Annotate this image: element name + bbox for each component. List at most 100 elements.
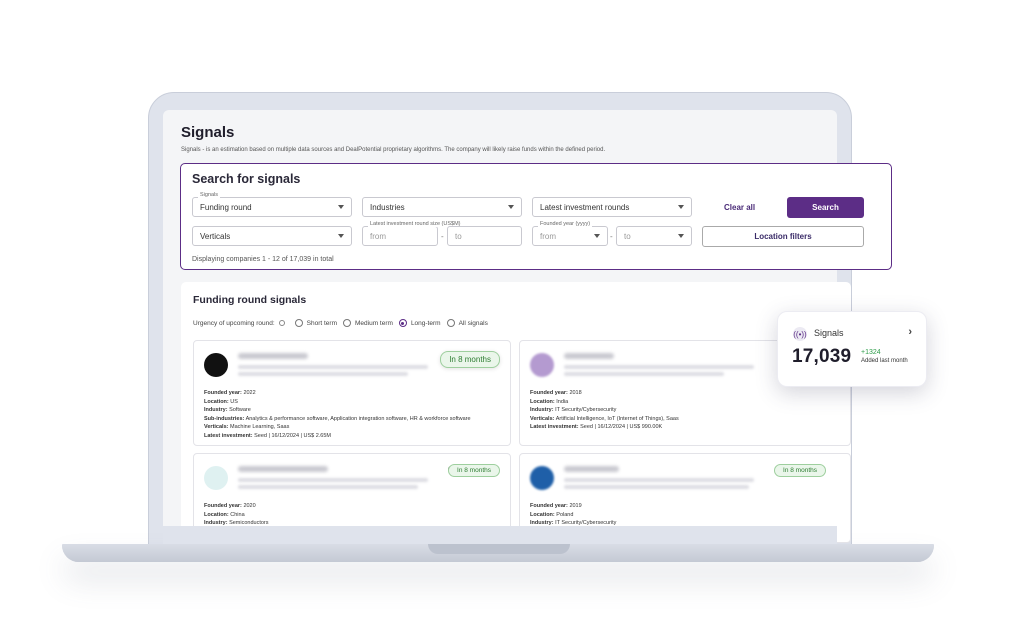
detail-label: Founded year: xyxy=(204,503,242,509)
rounds-placeholder: Latest investment rounds xyxy=(540,202,630,212)
search-button[interactable]: Search xyxy=(787,197,864,218)
detail-label: Founded year: xyxy=(530,503,568,509)
radio-label: Short term xyxy=(306,319,337,327)
timing-badge: In 8 months xyxy=(774,464,826,477)
founded-year-label: Founded year (yyyy) xyxy=(538,221,593,227)
investment-rounds-select[interactable]: Latest investment rounds xyxy=(532,197,692,217)
radio-medium-term[interactable]: Medium term xyxy=(343,319,393,327)
detail-value: Seed | 16/12/2024 | US$ 990.00K xyxy=(580,424,663,430)
detail-label: Location: xyxy=(530,398,555,405)
location-filters-button[interactable]: Location filters xyxy=(702,226,864,247)
range-dash: - xyxy=(610,232,613,241)
company-name-blurred xyxy=(564,353,614,359)
radio-label: All signals xyxy=(458,319,488,327)
radio-short-term[interactable]: Short term xyxy=(294,319,337,327)
results-count: Displaying companies 1 - 12 of 17,039 in… xyxy=(192,256,334,263)
detail-value: 2019 xyxy=(569,503,582,509)
timing-badge: In 8 months xyxy=(448,464,500,477)
company-desc-blurred xyxy=(238,365,428,369)
company-details: Founded year: 2018 Location: India Indus… xyxy=(530,389,679,432)
chevron-down-icon xyxy=(338,234,344,238)
company-name-blurred xyxy=(238,466,328,472)
chevron-right-icon[interactable]: › xyxy=(908,326,912,338)
detail-value: Poland xyxy=(556,511,574,518)
widget-delta: +1324 xyxy=(861,349,881,356)
verticals-select[interactable]: Verticals xyxy=(192,226,352,246)
radio-circle xyxy=(294,319,303,327)
detail-label: Sub-industries: xyxy=(204,415,245,422)
detail-value: Artificial Intelligence, IoT (Internet o… xyxy=(555,415,679,422)
search-title: Search for signals xyxy=(192,172,301,186)
detail-label: Latest investment: xyxy=(204,432,253,439)
company-name-blurred xyxy=(564,466,619,472)
widget-value: 17,039 xyxy=(792,346,852,367)
company-desc-blurred xyxy=(238,372,408,376)
detail-label: Verticals: xyxy=(530,415,555,422)
chevron-down-icon xyxy=(338,205,344,209)
round-size-to-placeholder: to xyxy=(455,231,462,241)
verticals-placeholder: Verticals xyxy=(200,231,231,241)
signals-select-value: Funding round xyxy=(200,202,252,212)
round-size-from-placeholder: from xyxy=(370,231,386,241)
signals-select-label: Signals xyxy=(198,192,221,198)
widget-label: Signals xyxy=(814,328,844,338)
chevron-down-icon xyxy=(678,234,684,238)
industries-placeholder: Industries xyxy=(370,202,405,212)
detail-value: Software xyxy=(229,407,251,413)
laptop-notch-front xyxy=(428,544,570,554)
results-card: Funding round signals Urgency of upcomin… xyxy=(181,282,851,543)
chevron-down-icon xyxy=(594,234,600,238)
search-card: Search for signals Signals Funding round… xyxy=(180,163,892,270)
detail-value: IT Security/Cybersecurity xyxy=(555,407,617,413)
widget-caption: Added last month xyxy=(861,358,908,364)
chevron-down-icon xyxy=(508,205,514,209)
radio-circle xyxy=(343,319,351,327)
signals-app: Signals Signals - is an estimation based… xyxy=(163,110,837,153)
radio-label: Long-term xyxy=(410,319,441,327)
company-desc-blurred xyxy=(238,478,428,482)
detail-label: Location: xyxy=(204,511,229,518)
urgency-filter: Urgency of upcoming round: Short term Me… xyxy=(193,319,488,327)
laptop-bezel-bottom xyxy=(163,526,837,544)
radio-long-term[interactable]: Long-term xyxy=(398,319,441,327)
detail-value: 2020 xyxy=(243,503,256,509)
detail-label: Latest investment: xyxy=(530,424,579,430)
clear-all-button[interactable]: Clear all xyxy=(724,203,755,212)
signals-select[interactable]: Signals Funding round xyxy=(192,192,352,217)
company-logo xyxy=(530,353,554,377)
company-name-blurred xyxy=(238,353,308,359)
detail-value: US xyxy=(230,398,238,405)
company-details: Founded year: 2020 Location: China Indus… xyxy=(204,502,269,528)
round-size-to-input[interactable]: to xyxy=(447,226,522,246)
detail-label: Founded year: xyxy=(204,390,242,396)
info-icon[interactable] xyxy=(278,320,285,326)
round-size-from-input[interactable]: Latest investment round size (US$M) from xyxy=(362,221,463,246)
marketing-stage: Signals Signals - is an estimation based… xyxy=(0,0,1024,643)
company-logo xyxy=(204,466,228,490)
radio-label: Medium term xyxy=(355,319,393,327)
founded-to-placeholder: to xyxy=(624,231,631,241)
detail-label: Location: xyxy=(530,511,555,518)
detail-value: India xyxy=(556,398,569,405)
urgency-label: Urgency of upcoming round: xyxy=(193,319,275,327)
results-title: Funding round signals xyxy=(193,294,307,306)
detail-label: Founded year: xyxy=(530,390,568,396)
company-logo xyxy=(204,353,228,377)
range-dash: - xyxy=(441,232,444,241)
company-desc-blurred xyxy=(564,372,724,376)
founded-from-select[interactable]: Founded year (yyyy) from xyxy=(532,221,608,246)
company-desc-blurred xyxy=(564,485,749,489)
company-details: Founded year: 2019 Location: Poland Indu… xyxy=(530,502,616,528)
founded-from-placeholder: from xyxy=(540,231,556,241)
detail-value: 2018 xyxy=(569,390,582,396)
radio-circle xyxy=(446,319,455,327)
company-desc-blurred xyxy=(564,478,754,482)
founded-to-select[interactable]: to xyxy=(616,226,692,246)
industries-select[interactable]: Industries xyxy=(362,197,522,217)
signal-broadcast-icon: ((•)) xyxy=(793,327,807,341)
radio-all-signals[interactable]: All signals xyxy=(446,319,488,327)
detail-label: Verticals: xyxy=(204,424,229,430)
company-card[interactable]: In 8 months Founded year: 2022 Location:… xyxy=(193,340,511,446)
detail-label: Industry: xyxy=(530,407,554,413)
signals-summary-widget[interactable]: ((•)) Signals › 17,039 +1324 Added last … xyxy=(777,311,927,387)
